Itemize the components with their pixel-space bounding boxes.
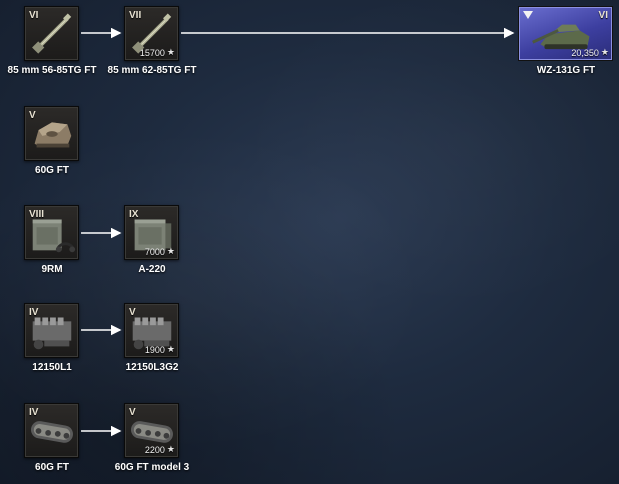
vehicle-name: WZ-131G FT: [536, 65, 596, 76]
tier-label: IV: [29, 307, 39, 318]
engine-module-12150l3g2[interactable]: V 1900 ★: [124, 303, 179, 358]
cost-badge: 15700 ★: [140, 47, 175, 58]
cost-badge: 20,350 ★: [571, 47, 609, 58]
cost-badge: 7000 ★: [145, 246, 175, 257]
tier-label: IV: [29, 407, 39, 418]
cost-value: 2200: [144, 444, 165, 455]
tier-label: V: [29, 110, 36, 121]
module-name: A-220: [138, 264, 166, 275]
tier-label: VIII: [29, 209, 45, 220]
tracks-module-60g-ft[interactable]: IV: [24, 403, 79, 458]
tracks-module-60g-ft-model3[interactable]: V 2200 ★: [124, 403, 179, 458]
star-icon: ★: [166, 246, 175, 256]
tier-label: V: [129, 307, 136, 318]
tier-label: IX: [129, 209, 139, 220]
flag-icon: [523, 11, 533, 19]
tier-label: V: [129, 407, 136, 418]
module-name: 60G FT: [35, 165, 69, 176]
radio-module-a220[interactable]: IX 7000 ★: [124, 205, 179, 260]
module-name: 12150L3G2: [125, 362, 179, 373]
module-name: 60G FT model 3: [114, 462, 190, 473]
cost-badge: 2200 ★: [145, 444, 175, 455]
star-icon: ★: [166, 47, 175, 57]
module-name: 9RM: [41, 264, 63, 275]
gun-module-85mm-56-85tg[interactable]: VI: [24, 6, 79, 61]
star-icon: ★: [166, 344, 175, 354]
radio-module-9rm[interactable]: VIII: [24, 205, 79, 260]
cost-value: 1900: [144, 344, 165, 355]
tier-label: VI: [29, 10, 39, 21]
vehicle-wz-131g-ft[interactable]: VI 20,350 ★: [518, 6, 613, 61]
cost-value: 7000: [144, 246, 165, 257]
cost-value: 20,350: [571, 47, 599, 58]
cost-value: 15700: [139, 47, 165, 58]
module-name: 85 mm 56-85TG FT: [7, 65, 97, 76]
tier-label: VII: [129, 10, 142, 21]
module-name: 60G FT: [35, 462, 69, 473]
tier-label: VI: [598, 10, 608, 21]
star-icon: ★: [600, 47, 609, 57]
module-name: 85 mm 62-85TG FT: [107, 65, 197, 76]
cost-badge: 1900 ★: [145, 344, 175, 355]
gun-module-85mm-62-85tg[interactable]: VII 15700 ★: [124, 6, 179, 61]
module-name: 12150L1: [32, 362, 72, 373]
star-icon: ★: [166, 444, 175, 454]
turret-module-60g-ft[interactable]: V: [24, 106, 79, 161]
engine-module-12150l1[interactable]: IV: [24, 303, 79, 358]
